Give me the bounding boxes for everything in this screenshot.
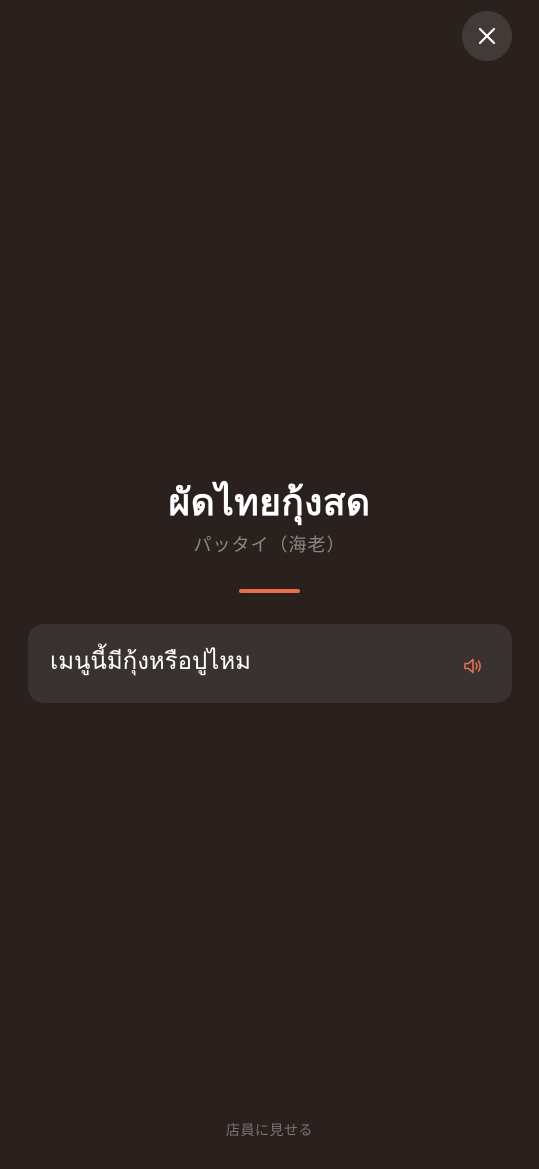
accent-divider [239, 589, 300, 593]
close-button[interactable] [462, 11, 512, 61]
speaker-icon[interactable] [462, 655, 484, 677]
menu-item-title: ผัดไทยกุ้งสด [168, 481, 371, 524]
phrase-text: เมนูนี้มีกุ้งหรือปูไหม [50, 646, 251, 675]
close-icon [477, 26, 497, 46]
phrase-card[interactable]: เมนูนี้มีกุ้งหรือปูไหม [28, 624, 512, 703]
menu-item-subtitle: パッタイ（海老） [193, 535, 346, 556]
show-to-staff-button[interactable]: 店員に見せる [0, 1119, 539, 1143]
